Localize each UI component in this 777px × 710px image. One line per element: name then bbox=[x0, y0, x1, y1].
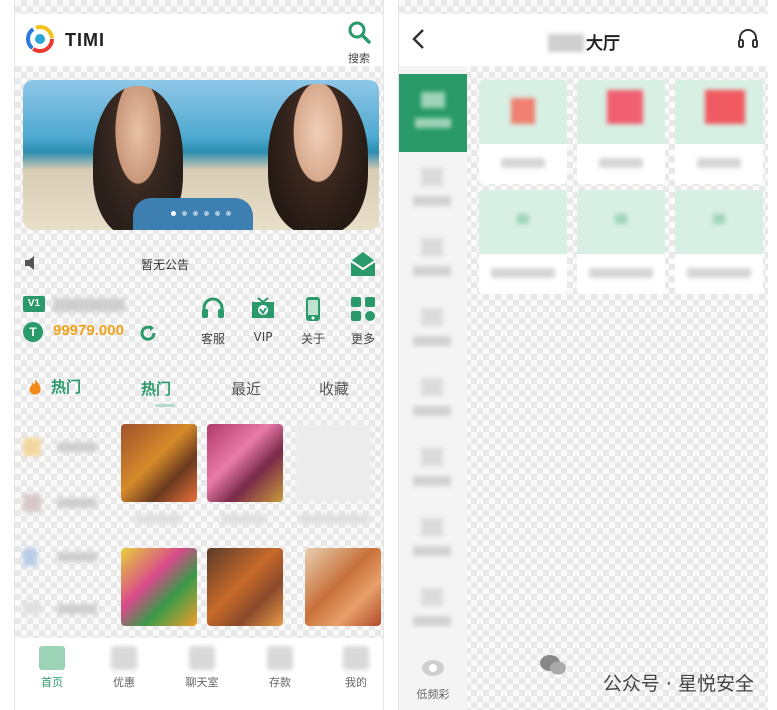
username-redacted bbox=[53, 298, 125, 312]
game-tile-caption bbox=[221, 514, 267, 524]
lottery-game-tile[interactable] bbox=[479, 190, 567, 294]
vip-shield-icon bbox=[252, 297, 274, 318]
sidebar-item[interactable] bbox=[409, 372, 457, 430]
game-tile[interactable] bbox=[305, 548, 381, 626]
lottery-ball-icon bbox=[422, 660, 444, 676]
headset-icon bbox=[202, 297, 224, 318]
about-button[interactable]: 关于 bbox=[293, 296, 333, 347]
search-icon bbox=[348, 21, 371, 44]
category-item[interactable] bbox=[21, 424, 113, 476]
nav-label: 聊天室 bbox=[185, 676, 219, 689]
banner-pager[interactable] bbox=[23, 201, 379, 220]
title-suffix: 大厅 bbox=[586, 34, 620, 54]
customer-service-button[interactable]: 客服 bbox=[193, 296, 233, 347]
game-tile[interactable] bbox=[121, 548, 197, 626]
nav-label: 我的 bbox=[345, 676, 367, 689]
lottery-game-tile[interactable] bbox=[577, 80, 665, 184]
title-redacted bbox=[548, 34, 584, 52]
side-category-hot[interactable]: 热门 bbox=[51, 376, 81, 397]
top-bar: TIMI 搜索 bbox=[15, 14, 383, 66]
game-tile[interactable] bbox=[121, 424, 197, 502]
user-icon bbox=[343, 646, 369, 670]
mail-icon[interactable] bbox=[349, 250, 377, 278]
lottery-game-tile[interactable] bbox=[675, 190, 763, 294]
category-item[interactable] bbox=[21, 544, 113, 596]
game-tile-caption bbox=[135, 514, 181, 524]
grid-more-icon bbox=[351, 297, 375, 321]
app-logo-icon bbox=[26, 25, 54, 53]
sidebar-item[interactable] bbox=[409, 162, 457, 220]
nav-deposit[interactable]: 存款 bbox=[251, 646, 309, 690]
sidebar-item[interactable] bbox=[409, 442, 457, 500]
lottery-hall-screen: 大厅 低频彩 公众号 · 星悦安全 bbox=[398, 0, 768, 710]
lobby-home-screen: TIMI 搜索 暂无公告 V1 T 99979.000 客服 VIP 关于 更多… bbox=[14, 0, 384, 710]
promo-banner[interactable] bbox=[23, 80, 379, 230]
nav-label: 优惠 bbox=[113, 676, 135, 689]
headset-icon[interactable] bbox=[737, 28, 759, 50]
gift-icon bbox=[111, 646, 137, 670]
quick-label: VIP bbox=[253, 330, 273, 344]
lottery-category-sidebar: 低频彩 bbox=[399, 66, 467, 710]
sidebar-item[interactable] bbox=[409, 302, 457, 360]
nav-chatroom[interactable]: 聊天室 bbox=[173, 646, 231, 690]
balance-amount: 99979.000 bbox=[53, 322, 124, 339]
game-tabs: 热门 热门 最近 收藏 bbox=[15, 372, 383, 412]
phone-icon bbox=[306, 297, 320, 321]
refresh-icon[interactable] bbox=[139, 324, 157, 342]
quick-label: 客服 bbox=[200, 332, 225, 346]
sidebar-item-low-frequency[interactable]: 低频彩 bbox=[399, 658, 467, 702]
sidebar-bottom-label: 低频彩 bbox=[416, 688, 450, 701]
page-title: 大厅 bbox=[399, 29, 768, 54]
nav-profile[interactable]: 我的 bbox=[327, 646, 383, 690]
top-bar: 大厅 bbox=[399, 14, 768, 66]
app-name: TIMI bbox=[65, 30, 105, 50]
wallet-icon bbox=[267, 646, 293, 670]
nav-label: 首页 bbox=[41, 676, 63, 689]
game-tile[interactable] bbox=[295, 424, 371, 502]
active-tab-indicator bbox=[155, 404, 175, 407]
flame-icon bbox=[29, 379, 41, 395]
nav-home[interactable]: 首页 bbox=[23, 646, 81, 690]
home-icon bbox=[39, 646, 65, 670]
lottery-game-tile[interactable] bbox=[577, 190, 665, 294]
sidebar-item[interactable] bbox=[409, 512, 457, 570]
nav-promotions[interactable]: 优惠 bbox=[95, 646, 153, 690]
game-tile-caption bbox=[299, 514, 369, 524]
game-tile[interactable] bbox=[207, 424, 283, 502]
lottery-game-tile[interactable] bbox=[479, 80, 567, 184]
sidebar-item-active[interactable] bbox=[399, 74, 467, 152]
account-panel: V1 T 99979.000 客服 VIP 关于 更多 bbox=[15, 292, 383, 352]
coin-icon: T bbox=[23, 322, 43, 342]
wechat-icon bbox=[540, 655, 566, 675]
game-tile[interactable] bbox=[207, 548, 283, 626]
nav-label: 存款 bbox=[269, 676, 291, 689]
sidebar-item[interactable] bbox=[409, 582, 457, 640]
announcement-bar: 暂无公告 bbox=[15, 244, 383, 284]
quick-label: 关于 bbox=[300, 332, 325, 346]
announcement-text: 暂无公告 bbox=[140, 258, 189, 272]
watermark-text: 公众号 · 星悦安全 bbox=[602, 673, 754, 695]
tab-recent[interactable]: 最近 bbox=[231, 378, 261, 399]
quick-label: 更多 bbox=[350, 332, 375, 346]
more-button[interactable]: 更多 bbox=[343, 296, 383, 347]
category-item[interactable] bbox=[21, 484, 113, 536]
tab-hot[interactable]: 热门 bbox=[141, 378, 171, 399]
vip-level-badge: V1 bbox=[23, 296, 45, 312]
bottom-nav: 首页 优惠 聊天室 存款 我的 bbox=[15, 638, 383, 710]
lottery-game-tile[interactable] bbox=[675, 80, 763, 184]
search-button[interactable]: 搜索 bbox=[341, 20, 377, 65]
chat-icon bbox=[189, 646, 215, 670]
tab-favorites[interactable]: 收藏 bbox=[319, 378, 349, 399]
search-label: 搜索 bbox=[348, 52, 370, 65]
sidebar-item[interactable] bbox=[409, 232, 457, 290]
vip-button[interactable]: VIP bbox=[243, 296, 283, 344]
